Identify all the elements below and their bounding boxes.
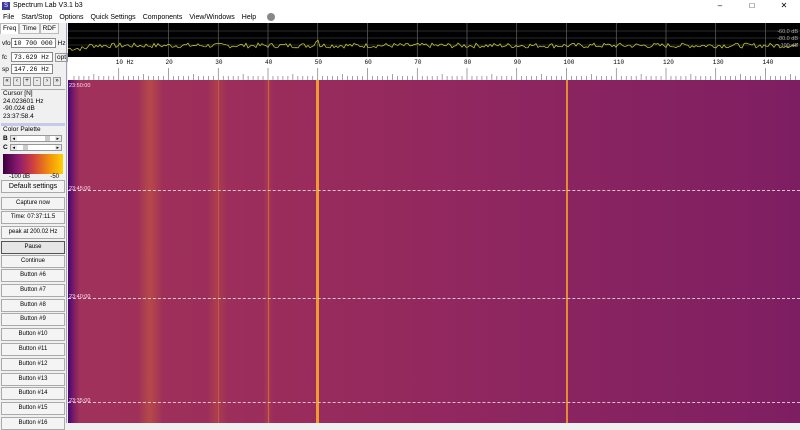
spectrum-trace xyxy=(67,23,800,57)
brightness-slider[interactable]: ◂ ▸ xyxy=(9,135,62,142)
minimize-button[interactable]: – xyxy=(704,0,736,11)
frequency-tick-label: 130 xyxy=(713,59,724,66)
tab-time[interactable]: Time xyxy=(19,23,40,34)
time-label: 23:45:00 xyxy=(69,186,91,192)
waterfall-display[interactable]: 23:50:00 23:45:00 23:40:00 23:35:00 xyxy=(68,80,800,423)
button-button-15[interactable]: Button #15 xyxy=(1,402,65,416)
tab-freq[interactable]: Freq xyxy=(0,23,20,34)
time-marker-line xyxy=(68,298,800,299)
button-button-9[interactable]: Button #9 xyxy=(1,313,65,327)
db-label: -60.0 dB xyxy=(777,29,798,35)
control-panel: Freq Time RDF vfo 10 700 000 Hz fc 73.62… xyxy=(0,23,69,430)
frequency-tick-label: 20 xyxy=(166,59,174,66)
menu-bar: File Start/Stop Options Quick Settings C… xyxy=(0,11,800,23)
frequency-tick-label: 100 xyxy=(564,59,575,66)
menu-start-stop[interactable]: Start/Stop xyxy=(21,14,52,21)
spectrum-plot[interactable]: -60.0 dB -80.0 dB -100 dB xyxy=(67,23,800,57)
scroll-far-left-button[interactable]: « xyxy=(3,77,11,86)
menu-components[interactable]: Components xyxy=(143,14,183,21)
frequency-tick-label: 10 Hz xyxy=(116,59,134,66)
fc-label: fc xyxy=(2,53,8,61)
palette-title: Color Palette xyxy=(3,126,41,133)
title-bar: S Spectrum Lab V3.1 b3 – □ ✕ xyxy=(0,0,800,11)
scroll-right-button[interactable]: › xyxy=(43,77,51,86)
button-button-12[interactable]: Button #12 xyxy=(1,357,65,371)
frequency-tick-label: 90 xyxy=(514,59,522,66)
time-label: 23:50:00 xyxy=(69,83,91,89)
frequency-tick-label: 110 xyxy=(613,59,624,66)
frequency-tick-label: 140 xyxy=(763,59,774,66)
status-indicator-icon xyxy=(267,13,276,21)
spectral-line-40hz xyxy=(267,80,269,423)
button-time-07-37-11-5[interactable]: Time: 07:37:11.5 xyxy=(1,211,65,224)
spectrum-line xyxy=(67,39,799,52)
menu-quick-settings[interactable]: Quick Settings xyxy=(91,14,136,21)
contrast-slider[interactable]: ◂ ▸ xyxy=(9,144,62,151)
button-button-7[interactable]: Button #7 xyxy=(1,283,65,297)
zoom-out-button[interactable]: - xyxy=(33,77,41,86)
button-continue[interactable]: Continue xyxy=(1,255,65,268)
button-pause[interactable]: Pause xyxy=(1,241,65,254)
sp-input[interactable]: 147.26 Hz xyxy=(11,64,53,74)
tab-rdf[interactable]: RDF xyxy=(39,23,59,34)
button-button-11[interactable]: Button #11 xyxy=(1,343,65,356)
button-button-10[interactable]: Button #10 xyxy=(1,328,65,342)
cursor-level: -90.024 dB xyxy=(3,105,35,112)
frequency-tick-label: 80 xyxy=(464,59,472,66)
time-marker-line xyxy=(68,402,800,403)
frequency-tick-label: 70 xyxy=(414,59,422,66)
cursor-time: 23:37:58.4 xyxy=(3,112,34,120)
spectral-line-50hz xyxy=(316,80,320,423)
button-button-8[interactable]: Button #8 xyxy=(1,298,65,312)
vfo-label: vfo xyxy=(2,39,11,47)
cursor-group: Cursor [N] 24.023601 Hz -90.024 dB 23:37… xyxy=(1,89,65,120)
frequency-tick-label: 40 xyxy=(265,59,273,66)
color-palette-group: Color Palette B ◂ ▸ C ◂ ▸ -100 dB -50 xyxy=(1,123,65,181)
frequency-tick-label: 30 xyxy=(215,59,223,66)
menu-file[interactable]: File xyxy=(3,14,14,21)
brightness-label: B xyxy=(3,134,8,142)
color-palette-bar[interactable] xyxy=(3,153,63,174)
zoom-in-button[interactable]: + xyxy=(23,77,31,86)
db-label: -80.0 dB xyxy=(777,36,798,42)
time-label: 23:40:00 xyxy=(69,294,91,300)
menu-view-windows[interactable]: View/Windows xyxy=(189,14,234,21)
cursor-title: Cursor [N] xyxy=(3,90,33,97)
frequency-tick-label: 50 xyxy=(315,59,323,66)
app-icon: S xyxy=(2,1,10,10)
scroll-left-button[interactable]: ‹ xyxy=(13,77,21,86)
time-marker-line xyxy=(68,190,800,191)
scroll-far-right-button[interactable]: » xyxy=(53,77,61,86)
frequency-tick-label: 120 xyxy=(663,59,674,66)
close-button[interactable]: ✕ xyxy=(768,0,800,11)
contrast-label: C xyxy=(3,143,8,151)
button-peak-at-200-02-hz[interactable]: peak at 200.02 Hz xyxy=(1,226,65,239)
window-title: Spectrum Lab V3.1 b3 xyxy=(13,2,83,9)
spectral-line-30hz xyxy=(217,80,219,423)
frequency-axis[interactable]: 10 Hz 20 30 40 50 60 70 80 90 100 110 120 130 140 xyxy=(68,57,800,80)
menu-options[interactable]: Options xyxy=(59,14,83,21)
button-button-16[interactable]: Button #16 xyxy=(1,417,65,430)
spectral-line-100hz xyxy=(565,80,568,423)
button-capture-now[interactable]: Capture now xyxy=(1,197,65,210)
db-label: -100 dB xyxy=(778,43,798,49)
sp-label: sp xyxy=(2,65,9,73)
vfo-unit: Hz xyxy=(57,39,66,47)
button-button-13[interactable]: Button #13 xyxy=(1,372,65,386)
maximize-button[interactable]: □ xyxy=(736,0,768,11)
time-label: 23:35:00 xyxy=(69,398,91,404)
frequency-tick-label: 60 xyxy=(365,59,373,66)
fc-input[interactable]: 73.629 Hz xyxy=(11,52,53,62)
button-button-14[interactable]: Button #14 xyxy=(1,387,65,401)
menu-help[interactable]: Help xyxy=(242,14,256,21)
vfo-input[interactable]: 10 700 000 xyxy=(10,38,56,48)
cursor-frequency: 24.023601 Hz xyxy=(3,97,44,105)
opt-button[interactable]: opt xyxy=(55,52,69,62)
button-button-6[interactable]: Button #6 xyxy=(1,269,65,282)
button-default-settings[interactable]: Default settings xyxy=(1,180,65,193)
